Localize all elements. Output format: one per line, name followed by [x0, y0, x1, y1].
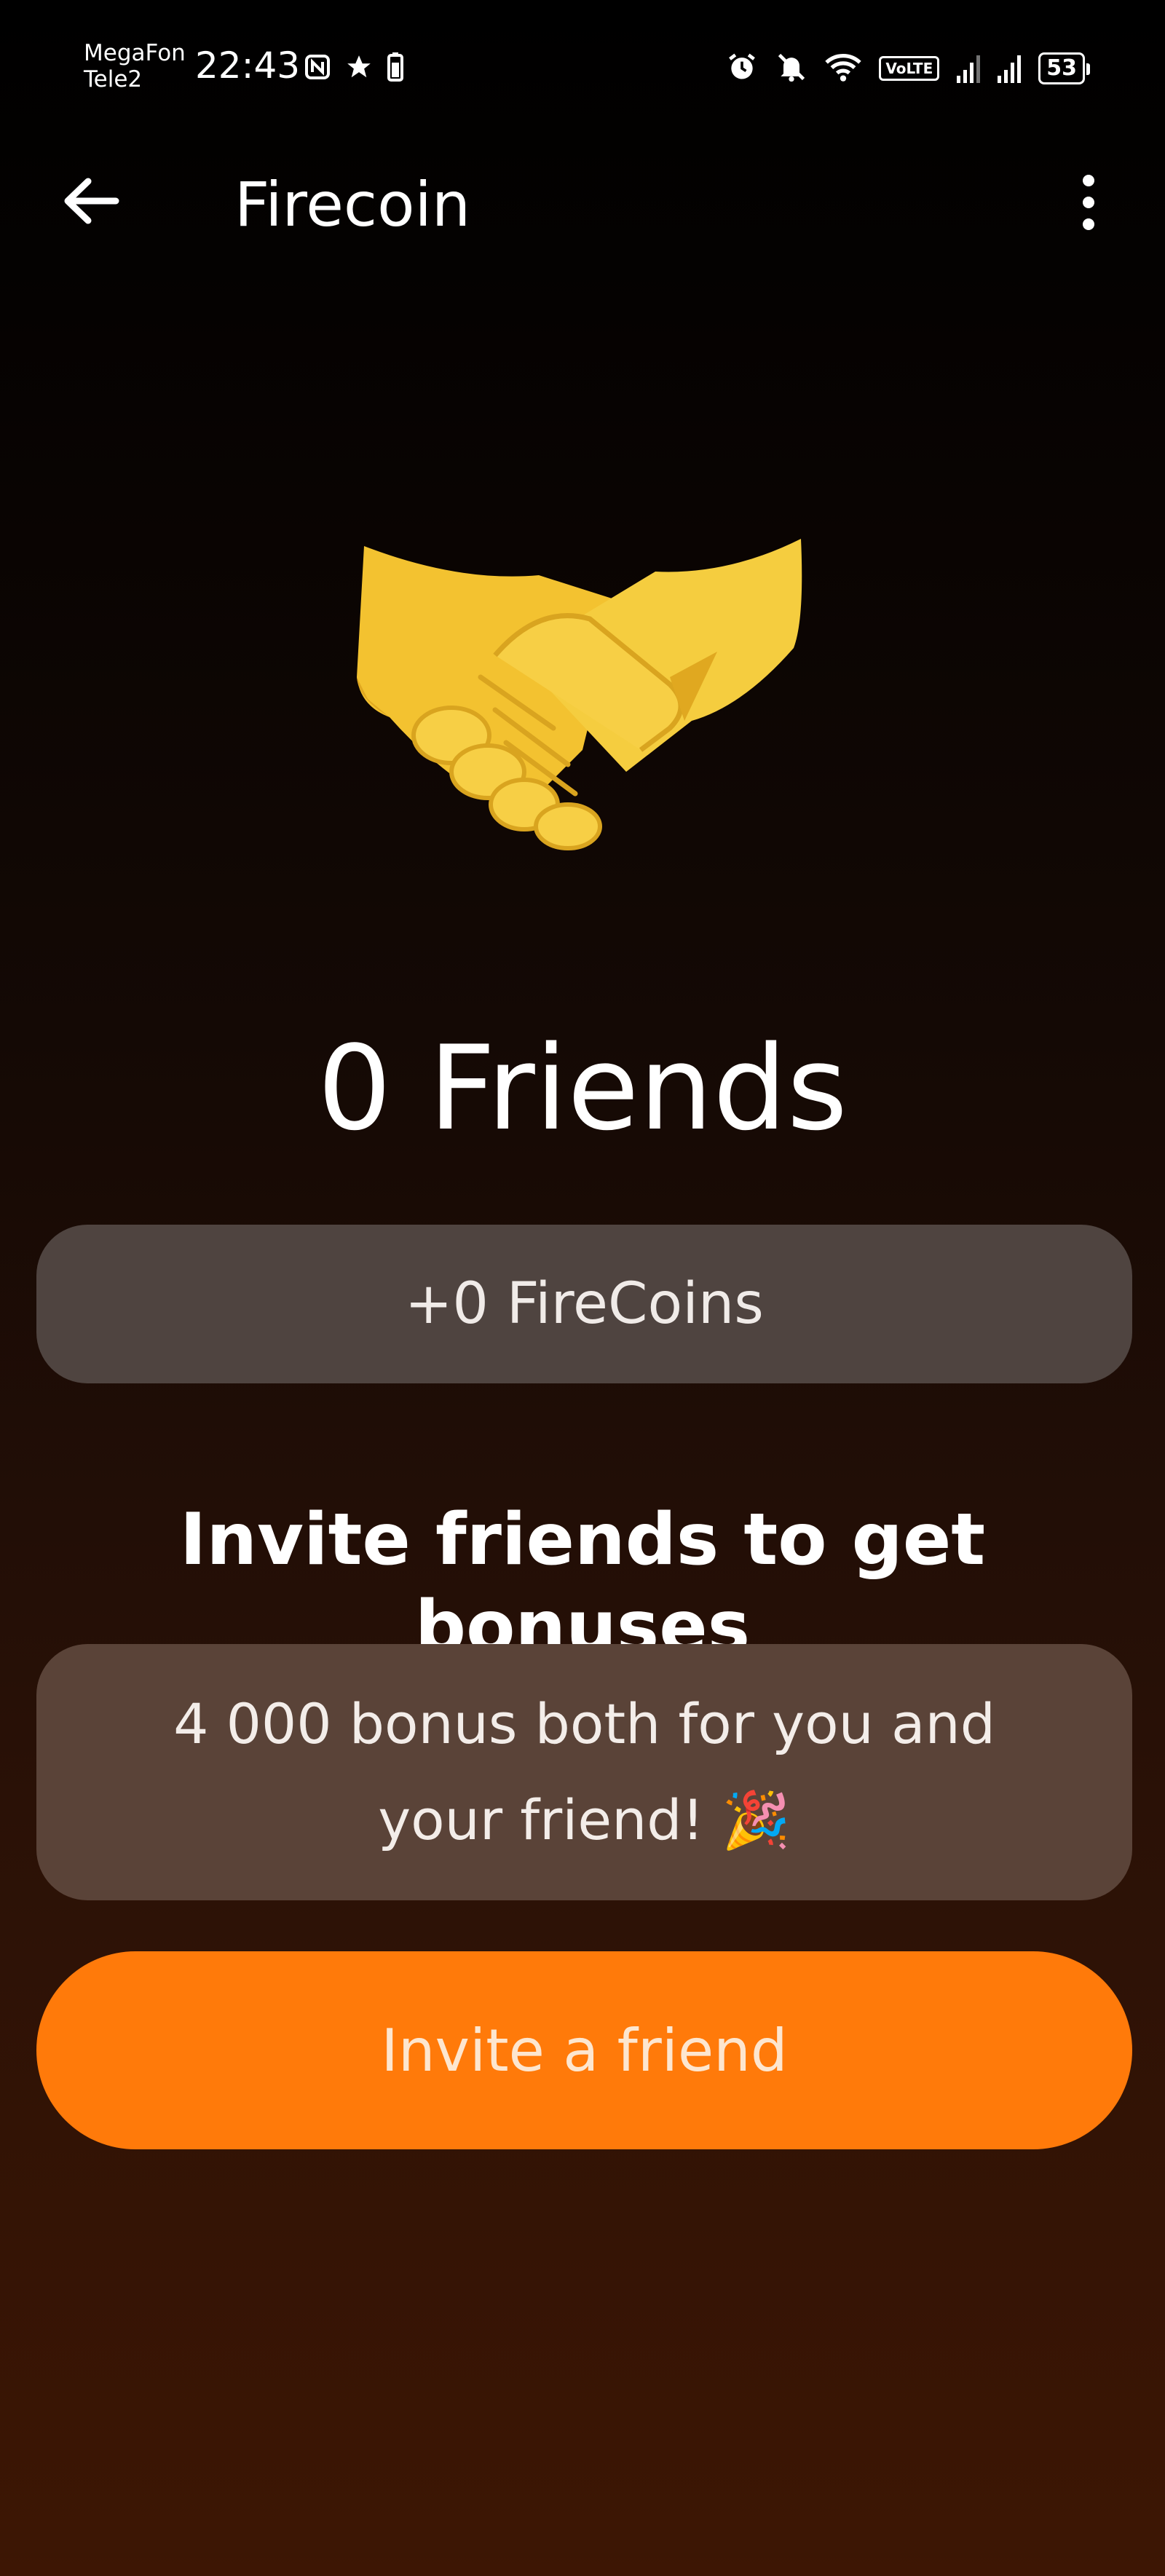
menu-dot	[1083, 218, 1094, 230]
nfc-icon	[304, 54, 331, 83]
battery-icon: 53	[1038, 52, 1090, 84]
mute-icon	[775, 51, 807, 86]
carrier-names: MegaFon Tele2	[84, 40, 186, 92]
wifi-icon	[825, 51, 862, 86]
bonus-text: 4 000 bonus both for you and your friend…	[173, 1691, 995, 1852]
volte-badge: VoLTE	[879, 56, 940, 81]
menu-dot	[1083, 174, 1094, 186]
coins-earned-badge: +0 FireCoins	[36, 1225, 1132, 1383]
notification-icons	[304, 52, 403, 84]
carrier-1: MegaFon	[84, 40, 186, 66]
carrier-2: Tele2	[84, 66, 143, 92]
status-bar: MegaFon Tele2 22:43 VoLTE 53	[0, 0, 1165, 146]
app-bar: Firecoin	[0, 146, 1165, 255]
friends-count: 0 Friends	[317, 1020, 848, 1156]
alarm-icon	[726, 51, 758, 86]
page-title: Firecoin	[234, 169, 471, 240]
bonus-info-card: 4 000 bonus both for you and your friend…	[36, 1644, 1132, 1900]
invite-friend-button[interactable]: Invite a friend	[36, 1951, 1132, 2149]
menu-dot	[1083, 196, 1094, 208]
signal-icon-sim1	[957, 54, 981, 83]
signal-icon-sim2	[998, 54, 1022, 83]
more-options-button[interactable]	[1056, 167, 1121, 237]
star-icon	[345, 53, 373, 84]
handshake-icon	[357, 539, 802, 850]
battery-saver-icon	[387, 52, 403, 84]
arrow-left-icon	[64, 178, 119, 224]
system-icons: VoLTE 53	[726, 51, 1090, 86]
back-button[interactable]	[58, 172, 124, 230]
status-clock: 22:43	[195, 44, 301, 87]
